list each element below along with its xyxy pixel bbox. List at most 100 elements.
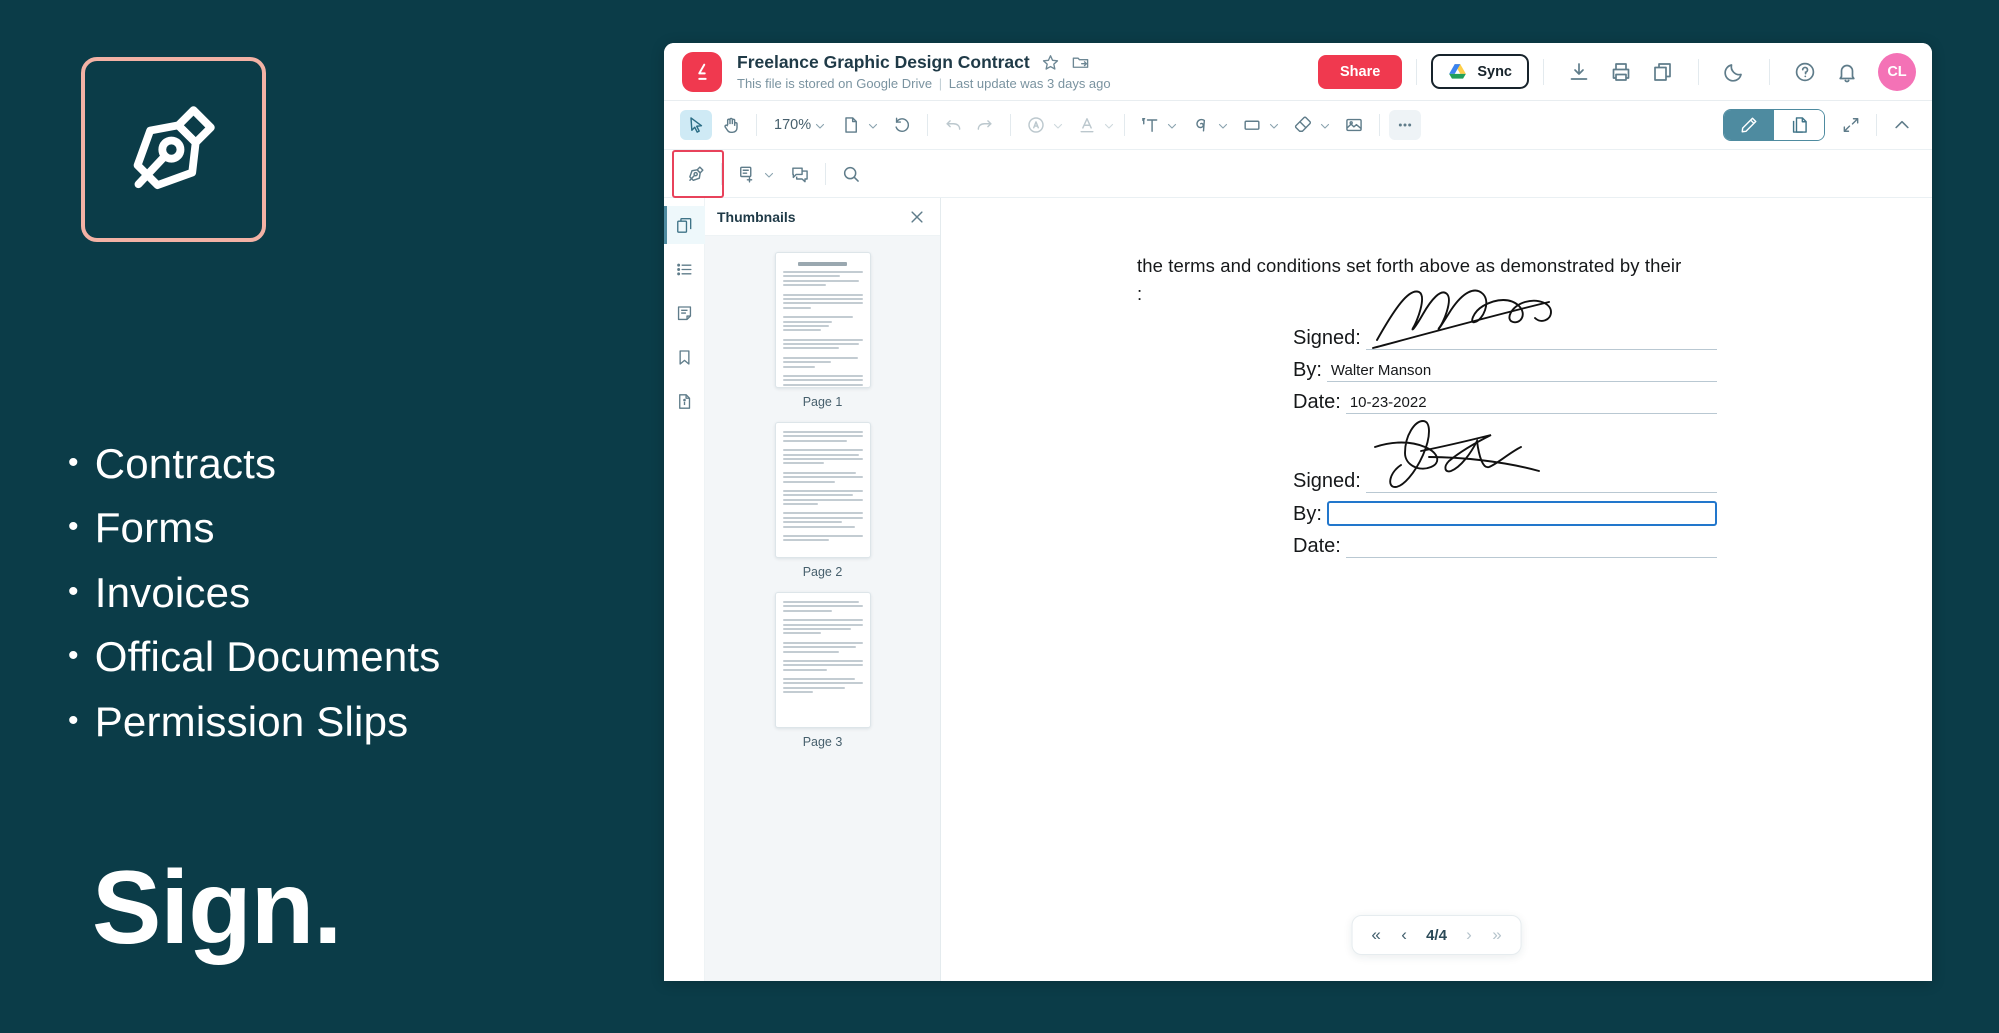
screenshot-root: • Contracts • Forms • Invoices • Offical…	[0, 0, 1999, 1033]
collapse-chevron-icon[interactable]	[1886, 110, 1918, 140]
list-item[interactable]: Page 1	[705, 252, 940, 409]
list-item-label: Forms	[94, 504, 215, 552]
outline-list-icon[interactable]	[664, 250, 705, 288]
thumbnail-page-preview[interactable]	[774, 592, 871, 728]
divider	[1379, 114, 1381, 136]
page-canvas[interactable]: the terms and conditions set forth above…	[941, 198, 1932, 981]
sync-button[interactable]: Sync	[1431, 54, 1529, 89]
notifications-icon[interactable]	[1835, 60, 1859, 84]
thumbnail-page-preview[interactable]	[774, 422, 871, 558]
by-field[interactable]: Walter Manson	[1326, 358, 1717, 382]
star-icon[interactable]	[1041, 53, 1060, 72]
signed-field[interactable]	[1365, 469, 1717, 493]
previous-page-button[interactable]: ‹	[1392, 923, 1416, 947]
list-item: • Permission Slips	[68, 698, 628, 745]
comments-icon[interactable]	[784, 159, 816, 189]
list-item: • Contracts	[68, 440, 628, 487]
reset-rotate-icon[interactable]	[886, 110, 918, 140]
first-page-button[interactable]: «	[1364, 923, 1388, 947]
expand-fullscreen-icon[interactable]	[1835, 110, 1867, 140]
avatar[interactable]: CL	[1878, 52, 1916, 91]
app-body: Thumbnails Page 1 Page 2 Page 3 the term…	[664, 198, 1932, 981]
eraser-icon[interactable]	[1287, 110, 1319, 140]
main-toolbar: 170%	[664, 101, 1932, 150]
promo-panel: • Contracts • Forms • Invoices • Offical…	[0, 0, 664, 1033]
date-row: Date: 10-23-2022	[1293, 390, 1717, 414]
chevron-down-icon[interactable]	[763, 168, 775, 180]
thumbnails-list[interactable]: Page 1 Page 2 Page 3	[705, 236, 940, 981]
divider	[825, 162, 826, 185]
signed-label: Signed:	[1293, 470, 1361, 492]
mode-toggle	[1723, 109, 1825, 141]
list-item: • Invoices	[68, 569, 628, 616]
bookmarks-icon[interactable]	[664, 338, 705, 376]
share-button[interactable]: Share	[1318, 54, 1403, 89]
chevron-down-icon[interactable]	[1052, 119, 1064, 131]
promo-feature-list: • Contracts • Forms • Invoices • Offical…	[68, 440, 628, 762]
annotations-icon[interactable]	[664, 294, 705, 332]
search-icon[interactable]	[835, 159, 867, 189]
cursor-select-icon[interactable]	[680, 110, 712, 140]
list-item[interactable]: Page 2	[705, 422, 940, 579]
chevron-down-icon[interactable]	[867, 119, 879, 131]
chevron-down-icon[interactable]	[1166, 119, 1178, 131]
storage-location: This file is stored on Google Drive	[737, 76, 933, 91]
chevron-down-icon[interactable]	[1319, 119, 1331, 131]
page-organize-icon[interactable]	[1774, 110, 1824, 140]
add-text-icon[interactable]	[1134, 110, 1166, 140]
pencil-edit-icon[interactable]	[1724, 110, 1774, 140]
freehand-draw-icon[interactable]	[1185, 110, 1217, 140]
by-row: By: Walter Manson	[1293, 358, 1717, 382]
bullet-glyph: •	[68, 703, 79, 737]
thumbnails-icon[interactable]	[664, 206, 705, 244]
file-info-icon[interactable]	[664, 382, 705, 420]
chevron-down-icon[interactable]	[1217, 119, 1229, 131]
chevron-down-icon[interactable]	[1268, 119, 1280, 131]
undo-icon[interactable]	[937, 110, 969, 140]
app-window: Freelance Graphic Design Contract This f…	[664, 43, 1932, 981]
thumbnail-label: Page 1	[802, 395, 843, 409]
help-icon[interactable]	[1793, 60, 1817, 84]
by-label: By:	[1293, 359, 1322, 381]
annotation-toolbar	[664, 150, 1932, 198]
close-icon[interactable]	[908, 208, 926, 226]
thumbnail-page-preview[interactable]	[774, 252, 871, 388]
highlight-annotate-icon[interactable]	[1020, 110, 1052, 140]
document-title-group: Freelance Graphic Design Contract This f…	[737, 52, 1318, 91]
lumin-logo-icon[interactable]	[682, 51, 722, 92]
page-indicator[interactable]: 4/4	[1420, 927, 1453, 944]
date-field[interactable]	[1345, 534, 1717, 558]
bullet-glyph: •	[68, 639, 79, 673]
divider	[1010, 114, 1012, 136]
page-fit-icon[interactable]	[835, 110, 867, 140]
thumbnail-label: Page 3	[802, 735, 843, 749]
move-to-folder-icon[interactable]	[1071, 53, 1090, 72]
list-item[interactable]: Page 3	[705, 592, 940, 749]
next-page-button[interactable]: ›	[1457, 923, 1481, 947]
pen-sign-icon[interactable]	[680, 159, 712, 189]
last-page-button[interactable]: »	[1485, 923, 1509, 947]
insert-image-icon[interactable]	[1338, 110, 1370, 140]
date-field[interactable]: 10-23-2022	[1345, 390, 1717, 414]
add-note-icon[interactable]	[731, 159, 763, 189]
bullet-glyph: •	[68, 510, 79, 544]
signature-block-2: Signed: By: Date:	[1293, 420, 1717, 558]
hand-pan-icon[interactable]	[715, 110, 747, 140]
divider	[927, 114, 929, 136]
download-icon[interactable]	[1567, 60, 1591, 84]
print-icon[interactable]	[1609, 60, 1633, 84]
by-input-focused[interactable]	[1326, 501, 1717, 526]
copy-icon[interactable]	[1651, 60, 1675, 84]
zoom-level[interactable]: 170%	[766, 117, 814, 133]
signed-field[interactable]	[1365, 326, 1717, 350]
chevron-down-icon[interactable]	[814, 119, 826, 131]
date-label: Date:	[1293, 535, 1341, 557]
thumbnails-panel-title: Thumbnails	[717, 208, 796, 225]
text-color-icon[interactable]	[1071, 110, 1103, 140]
document-viewer[interactable]: the terms and conditions set forth above…	[941, 198, 1932, 981]
more-options-icon[interactable]	[1389, 110, 1422, 140]
shape-rectangle-icon[interactable]	[1236, 110, 1268, 140]
redo-icon[interactable]	[969, 110, 1001, 140]
dark-mode-icon[interactable]	[1722, 60, 1746, 84]
chevron-down-icon[interactable]	[1103, 119, 1115, 131]
